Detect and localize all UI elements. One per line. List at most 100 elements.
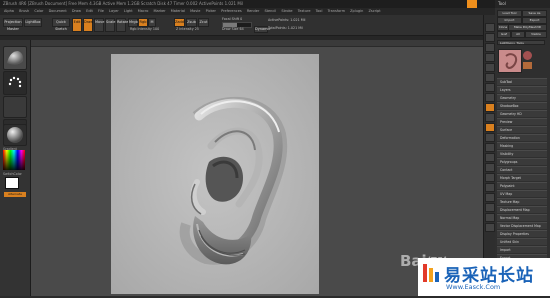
menu-item[interactable]: Movie: [190, 9, 200, 13]
menu-item[interactable]: File: [98, 9, 104, 13]
menu-item[interactable]: Marker: [154, 9, 166, 13]
menu-item[interactable]: Brush: [19, 9, 29, 13]
focal-shift-label[interactable]: Focal Shift 0: [222, 17, 242, 21]
subpalette-surface[interactable]: Surface: [497, 126, 547, 133]
load-tool-button[interactable]: Load Tool: [497, 10, 522, 17]
export-button[interactable]: Export: [522, 17, 547, 24]
lightbox-button[interactable]: LightBox: [24, 18, 42, 27]
subpalette-subtool[interactable]: SubTool: [497, 78, 547, 85]
quick-sketch-button[interactable]: Quick Sketch: [52, 18, 70, 31]
subpalette-uv-map[interactable]: UV Map: [497, 190, 547, 197]
lightbox-tools-button[interactable]: Lightbox> Tools: [497, 40, 545, 45]
subpalette-polygroups[interactable]: Polygroups: [497, 158, 547, 165]
goz-button[interactable]: GoZ: [497, 31, 511, 38]
local-icon[interactable]: [485, 103, 495, 112]
save-as-button[interactable]: Save As: [522, 10, 547, 17]
stroke-selector[interactable]: [3, 71, 27, 95]
move-icon[interactable]: [485, 153, 495, 162]
subpalette-display-properties[interactable]: Display Properties: [497, 230, 547, 237]
tool-palette-header[interactable]: Tool: [495, 0, 550, 8]
subpalette-masking[interactable]: Masking: [497, 142, 547, 149]
scale-button[interactable]: Scale: [105, 18, 115, 32]
draw-size-label[interactable]: Draw Size 64: [222, 27, 244, 31]
rotate-icon[interactable]: [485, 133, 495, 142]
transp-icon[interactable]: [485, 193, 495, 202]
menu-item[interactable]: Light: [124, 9, 133, 13]
menu-item[interactable]: Texture: [298, 9, 311, 13]
m-button[interactable]: M: [148, 18, 156, 27]
edit-button[interactable]: Edit: [72, 18, 82, 32]
subpalette-layers[interactable]: Layers: [497, 86, 547, 93]
dynamic-button[interactable]: Dynamic: [254, 26, 270, 33]
polyf-icon[interactable]: [485, 183, 495, 192]
zcut-button[interactable]: Zcut: [198, 18, 209, 27]
brush-selector[interactable]: [3, 46, 27, 70]
subpalette-geometry[interactable]: Geometry: [497, 94, 547, 101]
subpalette-import[interactable]: Import: [497, 246, 547, 253]
rotate-button[interactable]: Rotate: [116, 18, 128, 32]
switch-color-label[interactable]: SwitchColor: [3, 172, 22, 176]
xpose-icon[interactable]: [485, 223, 495, 232]
subpalette-shadowbox[interactable]: ShadowBox: [497, 102, 547, 109]
menu-item[interactable]: Tool: [316, 9, 323, 13]
current-tool-thumbnail[interactable]: [498, 49, 522, 73]
subpalette-visibility[interactable]: Visibility: [497, 150, 547, 157]
rotate-view-icon[interactable]: [485, 173, 495, 182]
zsub-button[interactable]: Zsub: [186, 18, 197, 27]
alpha-selector[interactable]: [3, 96, 27, 118]
main-color-swatch[interactable]: [5, 177, 19, 189]
color-picker[interactable]: [3, 150, 25, 170]
z-intensity-label[interactable]: Z Intensity 25: [176, 27, 199, 31]
actual-icon[interactable]: [485, 63, 495, 72]
subpalette-normal-map[interactable]: Normal Map: [497, 214, 547, 221]
menu-item[interactable]: Draw: [72, 9, 81, 13]
subpalette-displacement-map[interactable]: Displacement Map: [497, 206, 547, 213]
menu-item[interactable]: Stencil: [264, 9, 276, 13]
subpalette-contact[interactable]: Contact: [497, 166, 547, 173]
simple-brush-icon[interactable]: [523, 62, 532, 69]
zadd-button[interactable]: Zadd: [174, 18, 185, 27]
menu-item[interactable]: Transform: [328, 9, 345, 13]
xyz-icon[interactable]: [485, 123, 495, 132]
menu-item[interactable]: Edit: [86, 9, 93, 13]
menu-item[interactable]: Zplugin: [350, 9, 363, 13]
subpalette-vector-displacement-map[interactable]: Vector Displacement Map: [497, 222, 547, 229]
solo-icon[interactable]: [485, 213, 495, 222]
sphere-tool-icon[interactable]: [523, 51, 532, 60]
move-button[interactable]: Move: [94, 18, 104, 32]
subpalette-preview[interactable]: Preview: [497, 118, 547, 125]
subpalette-texture-map[interactable]: Texture Map: [497, 198, 547, 205]
visible-button[interactable]: Visible: [525, 31, 547, 38]
menu-item[interactable]: Alpha: [4, 9, 14, 13]
projection-master-button[interactable]: Projection Master: [3, 18, 23, 31]
scale-icon[interactable]: [485, 163, 495, 172]
menu-item[interactable]: Stroke: [281, 9, 292, 13]
subpalette-unified-skin[interactable]: Unified Skin: [497, 238, 547, 245]
import-button[interactable]: Import: [497, 17, 522, 24]
scroll-icon[interactable]: [485, 43, 495, 52]
bpr-icon[interactable]: [485, 23, 495, 32]
make-polymesh-button[interactable]: Make PolyMesh3D: [508, 24, 547, 31]
subpalette-morph-target[interactable]: Morph Target: [497, 174, 547, 181]
menu-item[interactable]: Layer: [109, 9, 119, 13]
floor-icon[interactable]: [485, 93, 495, 102]
menu-item[interactable]: Preferences: [221, 9, 242, 13]
menu-item[interactable]: Picker: [206, 9, 216, 13]
spix-icon[interactable]: [485, 33, 495, 42]
menu-item[interactable]: Zscript: [368, 9, 380, 13]
subpalette-polypaint[interactable]: Polypaint: [497, 182, 547, 189]
menu-item[interactable]: Render: [247, 9, 259, 13]
draw-button[interactable]: Draw: [83, 18, 93, 32]
material-selector[interactable]: [3, 124, 27, 146]
alternate-button[interactable]: Alternate: [4, 192, 26, 197]
document-canvas[interactable]: [111, 54, 319, 294]
aahalf-icon[interactable]: [485, 73, 495, 82]
menu-item[interactable]: Material: [171, 9, 185, 13]
all-button[interactable]: All: [511, 31, 525, 38]
frame-icon[interactable]: [485, 143, 495, 152]
menu-item[interactable]: Document: [49, 9, 67, 13]
rgb-button[interactable]: Rgb: [138, 18, 148, 27]
ear-sculpt-model[interactable]: [111, 54, 319, 294]
minimize-button[interactable]: [467, 0, 477, 8]
rgb-intensity-label[interactable]: Rgb Intensity 100: [130, 27, 159, 31]
